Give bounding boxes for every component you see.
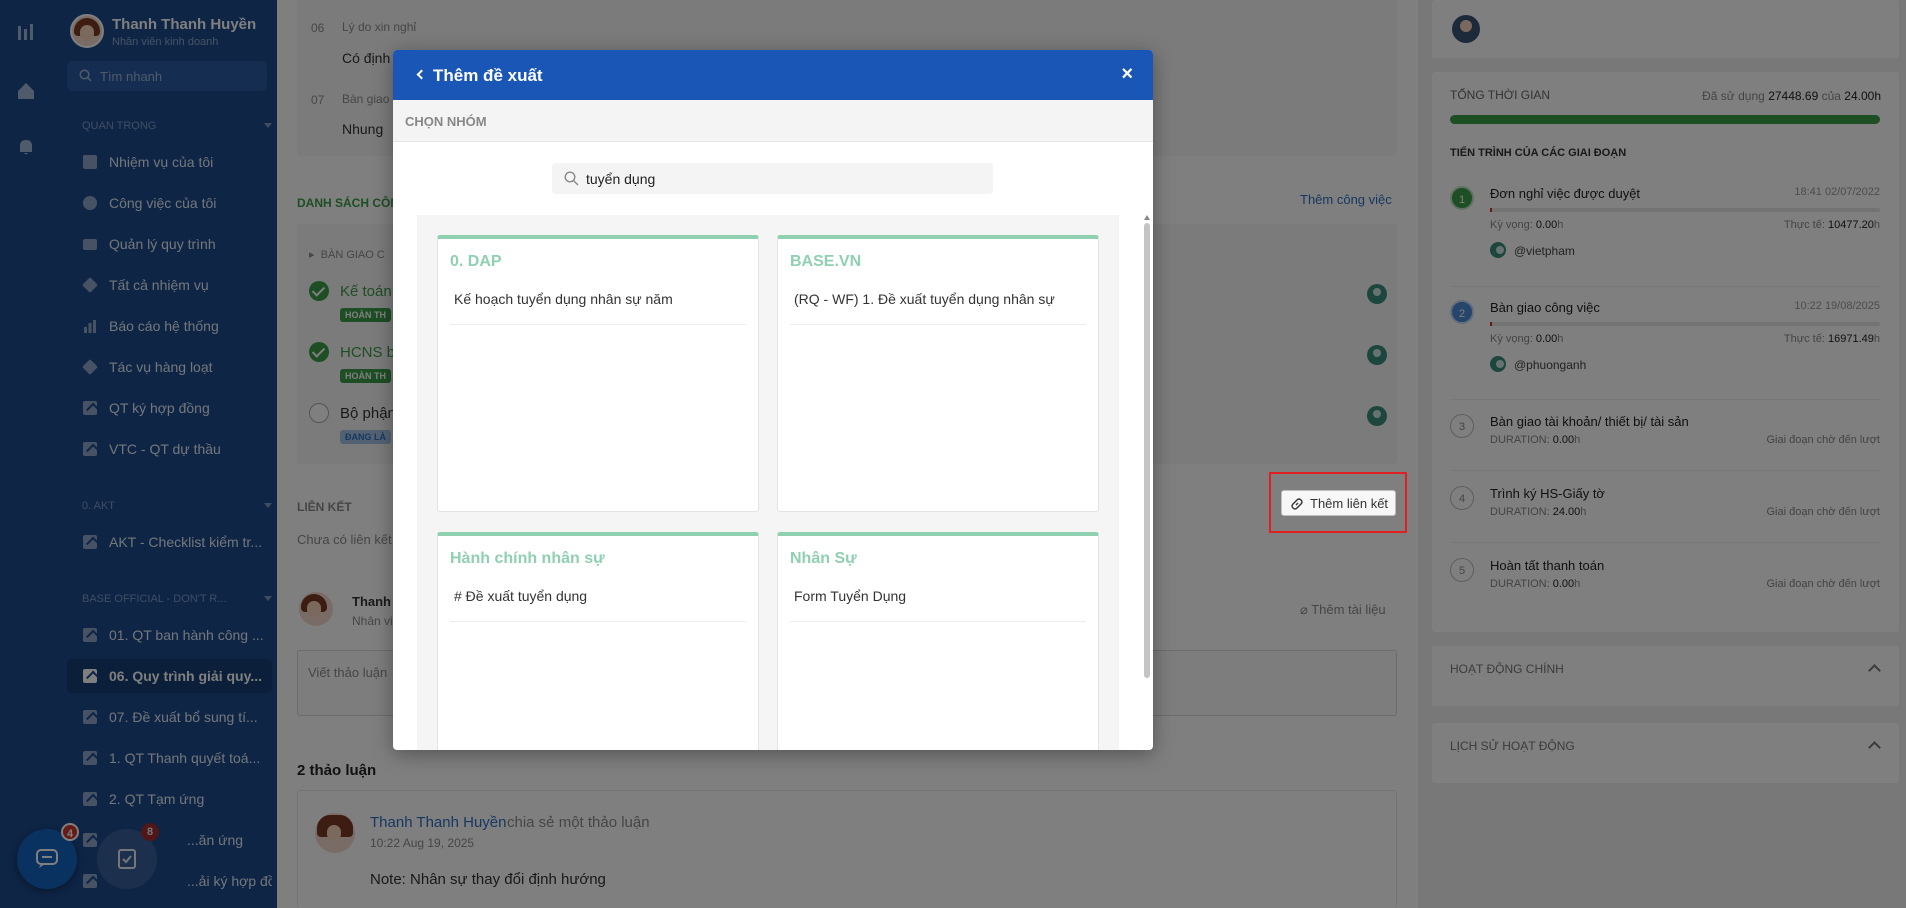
group-card-nhan-su: Nhân Sự Form Tuyển Dụng <box>777 532 1099 750</box>
group-item-label: Form Tuyển Dụng <box>794 588 907 604</box>
group-card-base: BASE.VN (RQ - WF) 1. Đề xuất tuyển dụng … <box>777 235 1099 512</box>
scroll-up-icon[interactable] <box>1144 215 1150 220</box>
search-icon <box>564 171 579 186</box>
group-item[interactable]: Form Tuyển Dụng <box>790 588 1086 622</box>
group-card-hcns: Hành chính nhân sự # Đề xuất tuyển dụng <box>437 532 759 750</box>
group-item-label: # Đề xuất tuyển dụng <box>454 588 588 604</box>
close-icon[interactable]: × <box>1121 63 1133 86</box>
group-item[interactable]: # Đề xuất tuyển dụng <box>450 588 746 622</box>
add-proposal-modal: Thêm đề xuất × CHỌN NHÓM 0. DAP Kế hoạch… <box>393 50 1153 750</box>
chevron-left-icon[interactable] <box>416 69 427 80</box>
group-card-dap: 0. DAP Kế hoạch tuyển dụng nhân sự năm <box>437 235 759 512</box>
group-item-label: (RQ - WF) 1. Đề xuất tuyển dụng nhân sự <box>794 291 1055 307</box>
modal-search-input[interactable] <box>586 169 976 189</box>
group-title: 0. DAP <box>450 253 502 270</box>
group-item[interactable]: (RQ - WF) 1. Đề xuất tuyển dụng nhân sự <box>790 291 1086 325</box>
group-title: BASE.VN <box>790 253 862 270</box>
group-header: CHỌN NHÓM <box>393 100 1153 142</box>
highlight-box <box>1269 472 1407 533</box>
group-title: Nhân Sự <box>790 550 857 567</box>
scrollbar-thumb[interactable] <box>1144 223 1150 678</box>
modal-title: Thêm đề xuất <box>433 66 543 85</box>
group-item-label: Kế hoạch tuyển dụng nhân sự năm <box>454 291 673 307</box>
modal-search[interactable] <box>552 163 993 194</box>
modal-scrollbar[interactable] <box>1144 215 1150 750</box>
group-title: Hành chính nhân sự <box>450 550 605 567</box>
group-item[interactable]: Kế hoạch tuyển dụng nhân sự năm <box>450 291 746 325</box>
modal-header: Thêm đề xuất × <box>393 50 1153 100</box>
group-list: 0. DAP Kế hoạch tuyển dụng nhân sự năm B… <box>417 215 1119 750</box>
